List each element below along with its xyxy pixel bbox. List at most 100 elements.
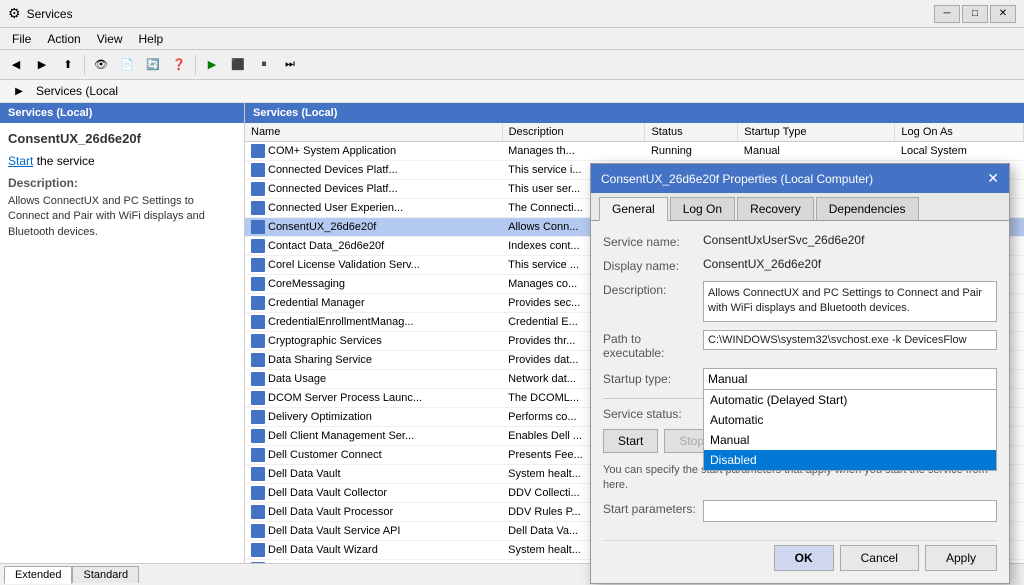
service-icon xyxy=(251,144,265,158)
description-row: Description: Allows ConnectUX and PC Set… xyxy=(603,281,997,322)
service-name-value: ConsentUxUserSvc_26d6e20f xyxy=(703,233,997,247)
display-name-value: ConsentUX_26d6e20f xyxy=(703,257,997,271)
show-hide-button[interactable]: 👁 xyxy=(89,54,113,76)
window-title: Services xyxy=(27,7,73,21)
title-bar: ⚙ Services ─ □ ✕ xyxy=(0,0,1024,28)
breadcrumb-bar: ▶ Services (Local xyxy=(0,80,1024,103)
menu-bar: File Action View Help xyxy=(0,28,1024,50)
col-header-status[interactable]: Status xyxy=(645,123,738,142)
service-icon xyxy=(251,163,265,177)
option-manual[interactable]: Manual xyxy=(704,430,996,450)
service-icon xyxy=(251,372,265,386)
start-service-link-row: Start the service xyxy=(8,154,236,168)
dialog-title-text: ConsentUX_26d6e20f Properties (Local Com… xyxy=(601,172,873,186)
service-name-row: Service name: ConsentUxUserSvc_26d6e20f xyxy=(603,233,997,249)
service-icon xyxy=(251,448,265,462)
restart-service-button[interactable]: ⏭ xyxy=(278,54,302,76)
menu-view[interactable]: View xyxy=(89,30,131,48)
option-automatic[interactable]: Automatic xyxy=(704,410,996,430)
selected-service-name: ConsentUX_26d6e20f xyxy=(8,131,236,146)
service-icon xyxy=(251,353,265,367)
start-params-input[interactable] xyxy=(703,500,997,522)
service-icon xyxy=(251,467,265,481)
service-icon xyxy=(251,543,265,557)
service-icon xyxy=(251,239,265,253)
service-icon xyxy=(251,182,265,196)
start-params-row: Start parameters: xyxy=(603,500,997,532)
left-panel: Services (Local) ConsentUX_26d6e20f Star… xyxy=(0,103,245,563)
startup-select-wrapper: Manual Automatic (Delayed Start) Automat… xyxy=(703,368,997,390)
services-panel-header: Services (Local) xyxy=(245,103,1024,123)
display-name-label: Display name: xyxy=(603,257,703,273)
toolbar: ◀ ▶ ⬆ 👁 📄 🔄 ❓ ▶ ⬛ ⏸ ⏭ xyxy=(0,50,1024,80)
display-name-row: Display name: ConsentUX_26d6e20f xyxy=(603,257,997,273)
pause-service-button[interactable]: ⏸ xyxy=(252,54,276,76)
col-header-logon[interactable]: Log On As xyxy=(895,123,1024,142)
option-disabled[interactable]: Disabled xyxy=(704,450,996,470)
path-label: Path to executable: xyxy=(603,330,703,360)
minimize-button[interactable]: ─ xyxy=(934,5,960,23)
help-toolbar-button[interactable]: ❓ xyxy=(167,54,191,76)
start-btn[interactable]: Start xyxy=(603,429,658,453)
tree-expand-button[interactable]: ▶ xyxy=(8,82,30,100)
ok-button[interactable]: OK xyxy=(774,545,834,571)
tab-recovery[interactable]: Recovery xyxy=(737,197,814,220)
menu-file[interactable]: File xyxy=(4,30,39,48)
properties-button[interactable]: 📄 xyxy=(115,54,139,76)
dialog-body: Service name: ConsentUxUserSvc_26d6e20f … xyxy=(591,221,1009,583)
startup-dropdown-open: Automatic (Delayed Start) Automatic Manu… xyxy=(703,390,997,471)
path-value: C:\WINDOWS\system32\svchost.exe -k Devic… xyxy=(703,330,997,350)
table-row[interactable]: COM+ System Application Manages th... Ru… xyxy=(245,142,1024,161)
dialog-title-bar: ConsentUX_26d6e20f Properties (Local Com… xyxy=(591,164,1009,193)
service-icon xyxy=(251,258,265,272)
start-service-button[interactable]: ▶ xyxy=(200,54,224,76)
maximize-button[interactable]: □ xyxy=(962,5,988,23)
refresh-button[interactable]: 🔄 xyxy=(141,54,165,76)
tab-extended[interactable]: Extended xyxy=(4,566,72,584)
service-icon xyxy=(251,391,265,405)
startup-row: Startup type: Manual Automatic (Delayed … xyxy=(603,368,997,390)
breadcrumb-node: Services (Local xyxy=(30,82,124,100)
startup-type-select[interactable]: Manual xyxy=(703,368,997,390)
service-status-label: Service status: xyxy=(603,407,703,421)
forward-button[interactable]: ▶ xyxy=(30,54,54,76)
tab-dependencies[interactable]: Dependencies xyxy=(816,197,919,220)
menu-action[interactable]: Action xyxy=(39,30,88,48)
toolbar-separator-2 xyxy=(195,55,196,75)
cancel-button[interactable]: Cancel xyxy=(840,545,919,571)
dialog-close-button[interactable]: ✕ xyxy=(987,170,999,187)
service-icon xyxy=(251,486,265,500)
service-icon xyxy=(251,277,265,291)
service-icon xyxy=(251,334,265,348)
menu-help[interactable]: Help xyxy=(131,30,172,48)
option-auto-delayed[interactable]: Automatic (Delayed Start) xyxy=(704,390,996,410)
service-icon xyxy=(251,524,265,538)
service-icon xyxy=(251,201,265,215)
service-icon xyxy=(251,505,265,519)
close-button[interactable]: ✕ xyxy=(990,5,1016,23)
up-button[interactable]: ⬆ xyxy=(56,54,80,76)
col-header-name[interactable]: Name xyxy=(245,123,502,142)
dialog-tabs: General Log On Recovery Dependencies xyxy=(591,193,1009,221)
back-button[interactable]: ◀ xyxy=(4,54,28,76)
service-icon xyxy=(251,562,265,563)
col-header-desc[interactable]: Description xyxy=(502,123,645,142)
toolbar-separator xyxy=(84,55,85,75)
apply-button[interactable]: Apply xyxy=(925,545,997,571)
tab-logon[interactable]: Log On xyxy=(670,197,735,220)
start-params-label: Start parameters: xyxy=(603,500,703,516)
start-suffix: the service xyxy=(37,154,95,168)
start-service-link[interactable]: Start xyxy=(8,154,33,168)
description-text: Allows ConnectUX and PC Settings to Conn… xyxy=(8,194,236,240)
path-row: Path to executable: C:\WINDOWS\system32\… xyxy=(603,330,997,360)
tab-standard[interactable]: Standard xyxy=(72,566,139,583)
window-controls: ─ □ ✕ xyxy=(934,5,1016,23)
left-panel-content: ConsentUX_26d6e20f Start the service Des… xyxy=(0,123,244,563)
tab-general[interactable]: General xyxy=(599,197,668,221)
app-icon: ⚙ xyxy=(8,5,21,22)
col-header-startup[interactable]: Startup Type xyxy=(738,123,895,142)
service-icon xyxy=(251,315,265,329)
stop-service-button[interactable]: ⬛ xyxy=(226,54,250,76)
startup-type-label: Startup type: xyxy=(603,372,703,386)
description-label: Description: xyxy=(8,176,236,190)
